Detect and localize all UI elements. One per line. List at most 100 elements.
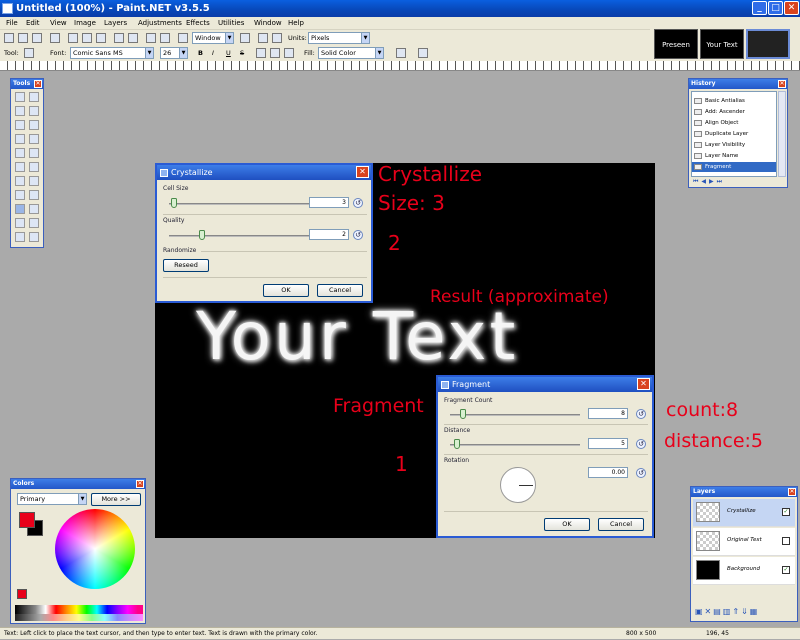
close-button[interactable]: ✕	[784, 1, 799, 15]
lasso-icon[interactable]	[15, 106, 25, 116]
minimize-button[interactable]: _	[752, 1, 767, 15]
distance-slider-thumb[interactable]	[454, 439, 460, 449]
reset-icon[interactable]: ↺	[353, 230, 363, 240]
gradient-icon[interactable]	[29, 148, 39, 158]
layer-controls[interactable]: ▣✕▤▥⇑⇓▦	[695, 607, 795, 619]
layer-row[interactable]: Original Text	[693, 528, 795, 556]
history-item[interactable]: Add: Ascender	[692, 107, 776, 117]
layer-visibility-checkbox[interactable]: ✓	[782, 566, 790, 574]
zoom-icon[interactable]	[178, 33, 188, 43]
font-size-select[interactable]: 26 ▼	[160, 47, 188, 59]
rectangle-icon[interactable]	[15, 218, 25, 228]
history-controls[interactable]: ⏮◀▶⏭	[693, 178, 773, 187]
history-item[interactable]: Layer Visibility	[692, 140, 776, 150]
zoom-window-select[interactable]: Window ▼	[192, 32, 234, 44]
clone-stamp-icon[interactable]	[15, 190, 25, 200]
reseed-button[interactable]: Reseed	[163, 259, 209, 272]
blend-mode-icon[interactable]	[418, 48, 428, 58]
maximize-button[interactable]: □	[768, 1, 783, 15]
close-icon[interactable]: ✕	[34, 80, 42, 88]
thumbnail-your-text[interactable]: Your Text	[700, 29, 744, 59]
eraser-icon[interactable]	[29, 162, 39, 172]
rotation-dial[interactable]	[500, 467, 536, 503]
print-icon[interactable]	[50, 33, 60, 43]
cell-size-slider[interactable]	[169, 203, 309, 205]
more-colors-button[interactable]: More >>	[91, 493, 141, 506]
close-icon[interactable]: ✕	[356, 166, 369, 178]
rotation-input[interactable]: 0.00	[588, 467, 628, 478]
palette-strip-light[interactable]	[15, 614, 143, 621]
grid-icon[interactable]	[258, 33, 268, 43]
reset-icon[interactable]: ↺	[353, 198, 363, 208]
history-item[interactable]: Layer Name	[692, 151, 776, 161]
quality-slider[interactable]	[169, 235, 309, 237]
pan-icon[interactable]	[29, 134, 39, 144]
paintbrush-icon[interactable]	[15, 162, 25, 172]
color-mode-select[interactable]: Primary ▼	[17, 493, 87, 505]
zoom-tool-icon[interactable]	[29, 120, 39, 130]
crop-icon[interactable]	[114, 33, 124, 43]
reset-icon[interactable]: ↺	[636, 468, 646, 478]
units-select[interactable]: Pixels ▼	[308, 32, 370, 44]
history-item[interactable]: Basic Antialias	[692, 96, 776, 106]
reset-icon[interactable]: ↺	[636, 439, 646, 449]
new-icon[interactable]	[4, 33, 14, 43]
palette-strip[interactable]	[15, 605, 143, 614]
move-selection-icon[interactable]	[29, 106, 39, 116]
reset-icon[interactable]: ↺	[636, 409, 646, 419]
align-left-icon[interactable]	[256, 48, 266, 58]
history-item[interactable]: Duplicate Layer	[692, 129, 776, 139]
recolor-icon[interactable]	[29, 190, 39, 200]
align-center-icon[interactable]	[270, 48, 280, 58]
quality-input[interactable]: 2	[309, 229, 349, 240]
line-icon[interactable]	[29, 204, 39, 214]
menu-file[interactable]: File	[6, 17, 18, 29]
text-icon[interactable]	[15, 204, 25, 214]
fragment-count-input[interactable]: 8	[588, 408, 628, 419]
close-icon[interactable]: ✕	[136, 480, 144, 488]
layer-visibility-checkbox[interactable]: ✓	[782, 508, 790, 516]
menu-layers[interactable]: Layers	[104, 17, 127, 29]
magic-wand-icon[interactable]	[15, 134, 25, 144]
layer-row[interactable]: Crystallize ✓	[693, 499, 795, 527]
distance-slider[interactable]	[450, 444, 580, 446]
distance-input[interactable]: 5	[588, 438, 628, 449]
menu-window[interactable]: Window	[254, 17, 282, 29]
move-icon[interactable]	[29, 92, 39, 102]
ok-button[interactable]: OK	[544, 518, 590, 531]
history-scrollbar[interactable]	[778, 91, 786, 177]
close-icon[interactable]: ✕	[788, 488, 796, 496]
cut-icon[interactable]	[68, 33, 78, 43]
open-icon[interactable]	[18, 33, 28, 43]
cancel-button[interactable]: Cancel	[598, 518, 644, 531]
thumbnail-preseen[interactable]: Preseen	[654, 29, 698, 59]
fragment-count-slider[interactable]	[450, 414, 580, 416]
paint-bucket-icon[interactable]	[15, 148, 25, 158]
deselect-icon[interactable]	[128, 33, 138, 43]
italic-button[interactable]: I	[212, 48, 214, 58]
pencil-icon[interactable]	[15, 176, 25, 186]
undo-icon[interactable]	[146, 33, 156, 43]
cancel-button[interactable]: Cancel	[317, 284, 363, 297]
font-select[interactable]: Comic Sans MS ▼	[70, 47, 154, 59]
menu-effects[interactable]: Effects	[186, 17, 210, 29]
close-icon[interactable]: ✕	[778, 80, 786, 88]
thumbnail-current[interactable]	[746, 29, 790, 59]
menu-adjustments[interactable]: Adjustments	[138, 17, 182, 29]
ellipse-select-icon[interactable]	[15, 120, 25, 130]
layer-row[interactable]: Background ✓	[693, 557, 795, 585]
menu-edit[interactable]: Edit	[26, 17, 40, 29]
menu-help[interactable]: Help	[288, 17, 304, 29]
redo-icon[interactable]	[160, 33, 170, 43]
close-icon[interactable]: ✕	[637, 378, 650, 390]
save-icon[interactable]	[32, 33, 42, 43]
menu-view[interactable]: View	[50, 17, 67, 29]
copy-icon[interactable]	[82, 33, 92, 43]
rounded-rect-icon[interactable]	[29, 218, 39, 228]
cell-size-slider-thumb[interactable]	[171, 198, 177, 208]
antialias-icon[interactable]	[396, 48, 406, 58]
align-right-icon[interactable]	[284, 48, 294, 58]
cell-size-input[interactable]: 3	[309, 197, 349, 208]
underline-button[interactable]: U	[226, 48, 231, 58]
fragment-count-slider-thumb[interactable]	[460, 409, 466, 419]
